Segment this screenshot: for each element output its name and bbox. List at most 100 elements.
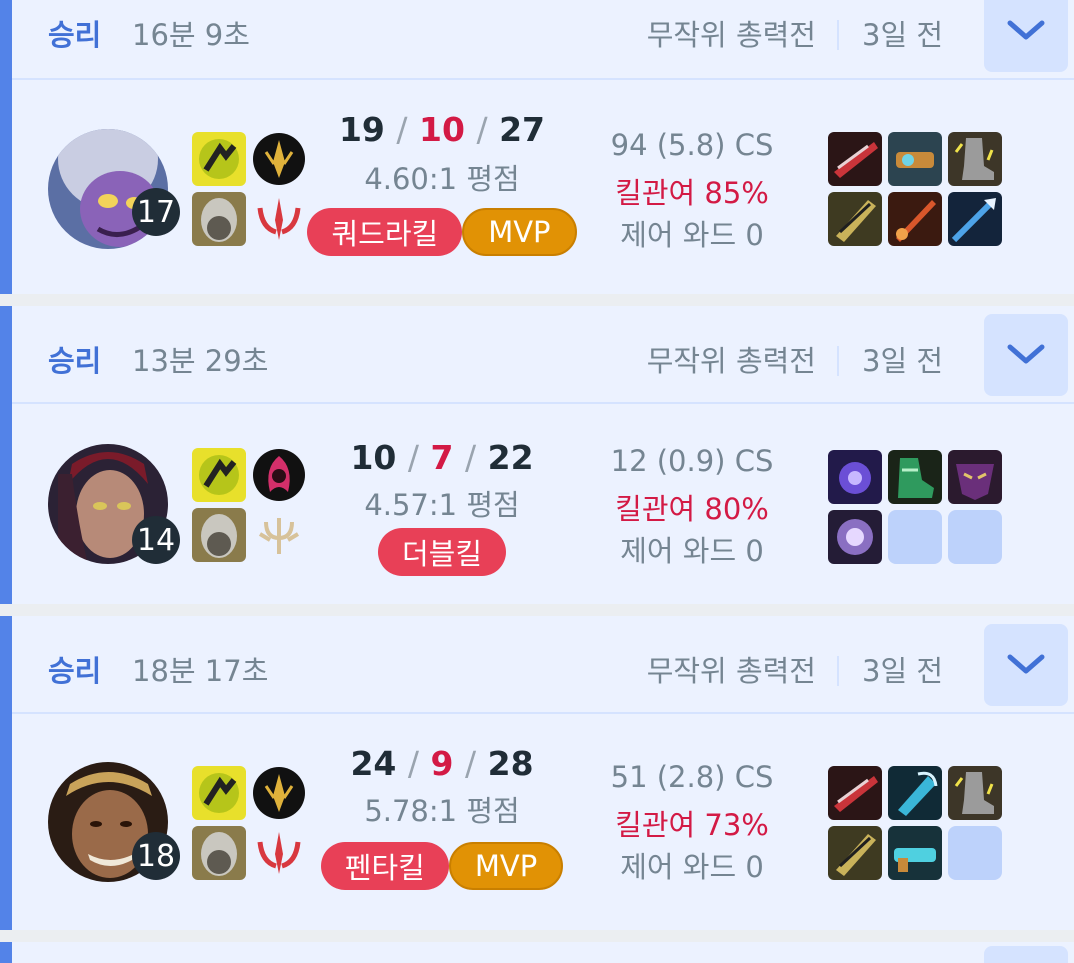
game-mode: 무작위 총력전 — [646, 654, 816, 688]
card-gap — [0, 930, 1074, 942]
assists: 27 — [499, 110, 546, 149]
match-result: 승리 — [48, 344, 102, 378]
match-duration: 16분 9초 — [132, 18, 250, 52]
kda-separator: / — [407, 438, 420, 477]
champion-level: 18 — [132, 832, 180, 880]
red-sword-item-icon[interactable] — [888, 192, 942, 246]
match-header: 승리 18분 17초 무작위 총력전 3일 전 — [12, 616, 1074, 714]
cs-stat: 12 (0.9) CS — [610, 444, 774, 478]
multi-kill-badge: 더블킬 — [377, 528, 507, 576]
empty-item-slot — [888, 510, 942, 564]
assists: 28 — [487, 744, 534, 783]
kda: 19 / 10 / 27 — [312, 110, 572, 149]
game-mode: 무작위 총력전 — [646, 344, 816, 378]
expand-button[interactable] — [984, 624, 1068, 706]
card-gap — [0, 294, 1074, 306]
secondary-rune-icon[interactable] — [252, 508, 306, 562]
boots-item-icon[interactable] — [948, 132, 1002, 186]
empty-item-slot — [948, 510, 1002, 564]
game-mode: 무작위 총력전 — [646, 18, 816, 52]
secondary-rune-icon[interactable] — [252, 826, 306, 880]
match-card[interactable]: 승리 18분 17초 무작위 총력전 3일 전 18 24 / 9 / 28 5… — [0, 616, 1074, 930]
green-boots-item-icon[interactable] — [888, 450, 942, 504]
deaths: 7 — [430, 438, 454, 477]
kills: 10 — [350, 438, 397, 477]
expand-button[interactable] — [984, 0, 1068, 72]
blue-spear-item-icon[interactable] — [948, 192, 1002, 246]
primary-rune-icon[interactable] — [252, 448, 306, 502]
kill-participation: 킬관여 73% — [615, 808, 769, 842]
header-divider — [837, 346, 839, 376]
badges: 쿼드라킬 MVP — [302, 208, 582, 256]
chevron-down-icon — [1007, 20, 1045, 40]
boots-item-icon[interactable] — [948, 766, 1002, 820]
kda-ratio: 4.60:1 평점 — [364, 162, 520, 196]
kda-ratio: 4.57:1 평점 — [364, 488, 520, 522]
empty-item-slot — [948, 826, 1002, 880]
kda-separator: / — [396, 110, 408, 149]
mark-spell-icon[interactable] — [192, 508, 246, 562]
cs-stat: 94 (5.8) CS — [610, 128, 774, 162]
control-wards: 제어 와드 0 — [620, 534, 764, 568]
match-header: 승리 16분 9초 무작위 총력전 3일 전 — [12, 0, 1074, 80]
secondary-rune-icon[interactable] — [252, 192, 306, 246]
match-result: 승리 — [48, 18, 102, 52]
expand-button[interactable] — [984, 314, 1068, 396]
kda-ratio: 5.78:1 평점 — [364, 794, 520, 828]
chevron-down-icon — [1007, 654, 1045, 674]
kda-separator: / — [407, 744, 420, 783]
mark-spell-icon[interactable] — [192, 826, 246, 880]
kill-participation: 킬관여 85% — [615, 176, 769, 210]
primary-rune-icon[interactable] — [252, 766, 306, 820]
time-ago: 3일 전 — [862, 18, 944, 52]
golden-blade-item-icon[interactable] — [828, 192, 882, 246]
deaths: 10 — [419, 110, 465, 149]
badges: 펜타킬 MVP — [302, 842, 582, 890]
red-blade-item-icon[interactable] — [828, 766, 882, 820]
gunblade-item-icon[interactable] — [888, 132, 942, 186]
match-card[interactable]: 승리 13분 29초 무작위 총력전 3일 전 14 10 / 7 / 22 4… — [0, 306, 1074, 604]
flash-spell-icon[interactable] — [192, 132, 246, 186]
multi-kill-badge: 쿼드라킬 — [307, 208, 463, 256]
kda-separator: / — [464, 744, 477, 783]
match-result: 승리 — [48, 654, 102, 688]
kills: 19 — [338, 110, 385, 149]
kill-participation: 킬관여 80% — [615, 492, 769, 526]
card-gap — [0, 604, 1074, 616]
champion-level: 14 — [132, 516, 180, 564]
champion-level: 17 — [132, 188, 180, 236]
kda: 24 / 9 / 28 — [312, 744, 572, 783]
chevron-down-icon — [1007, 344, 1045, 364]
mark-spell-icon[interactable] — [192, 192, 246, 246]
match-card[interactable] — [0, 942, 1074, 963]
purple-orb-item-icon[interactable] — [828, 450, 882, 504]
flash-spell-icon[interactable] — [192, 766, 246, 820]
match-duration: 18분 17초 — [132, 654, 269, 688]
golden-blade-item-icon[interactable] — [828, 826, 882, 880]
purple-amulet-item-icon[interactable] — [828, 510, 882, 564]
time-ago: 3일 전 — [862, 344, 944, 378]
match-history-list: 승리 16분 9초 무작위 총력전 3일 전 17 19 / 10 / 27 4… — [0, 0, 1074, 963]
kda-separator: / — [476, 110, 488, 149]
dark-mask-item-icon[interactable] — [948, 450, 1002, 504]
blue-axe-item-icon[interactable] — [888, 766, 942, 820]
match-duration: 13분 29초 — [132, 344, 269, 378]
multi-kill-badge: 펜타킬 — [320, 842, 449, 890]
match-header: 승리 13분 29초 무작위 총력전 3일 전 — [12, 306, 1074, 404]
expand-button[interactable] — [984, 946, 1068, 963]
control-wards: 제어 와드 0 — [620, 218, 764, 252]
kills: 24 — [350, 744, 397, 783]
mvp-badge: MVP — [448, 842, 564, 890]
primary-rune-icon[interactable] — [252, 132, 306, 186]
flash-spell-icon[interactable] — [192, 448, 246, 502]
header-divider — [837, 20, 839, 50]
time-ago: 3일 전 — [862, 654, 944, 688]
match-card[interactable]: 승리 16분 9초 무작위 총력전 3일 전 17 19 / 10 / 27 4… — [0, 0, 1074, 294]
badges: 더블킬 — [302, 528, 582, 576]
kda: 10 / 7 / 22 — [312, 438, 572, 477]
deaths: 9 — [430, 744, 454, 783]
red-blade-item-icon[interactable] — [828, 132, 882, 186]
cs-stat: 51 (2.8) CS — [610, 760, 774, 794]
mvp-badge: MVP — [462, 208, 577, 256]
cyan-gun-item-icon[interactable] — [888, 826, 942, 880]
